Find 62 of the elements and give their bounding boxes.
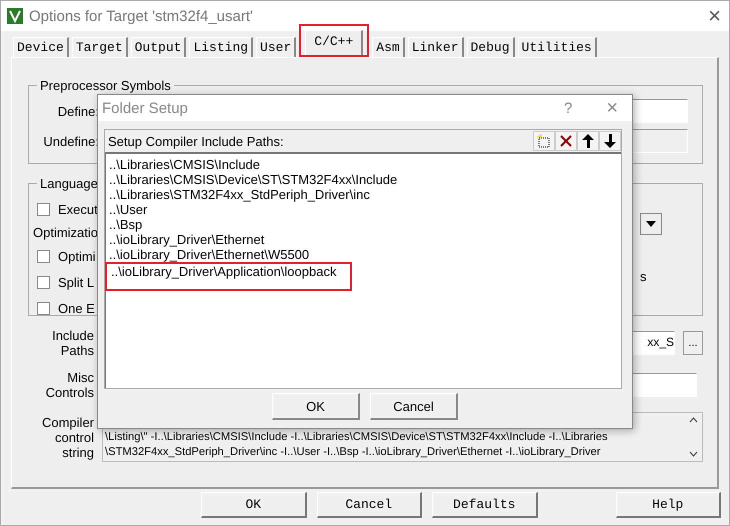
dialog-button[interactable]: OK: [201, 492, 306, 518]
list-title: Setup Compiler Include Paths:: [108, 134, 285, 148]
list-item[interactable]: ..\ioLibrary_Driver\Ethernet: [106, 232, 621, 247]
checkbox[interactable]: [37, 276, 50, 288]
list-item[interactable]: ..\Bsp: [106, 217, 621, 232]
dialog-button[interactable]: OK: [272, 393, 360, 420]
scroll-up-icon[interactable]: [688, 417, 698, 423]
dialog-button[interactable]: Cancel: [370, 393, 458, 420]
delete-button[interactable]: [555, 131, 577, 151]
field-label: Compiler control string: [40, 414, 94, 460]
section-label: Optimizatio: [33, 225, 98, 240]
field-label: Define:: [56, 104, 99, 118]
list-item[interactable]: ..\User: [106, 202, 621, 217]
field-label: Undefine:: [42, 134, 99, 148]
new-folder-button[interactable]: [533, 131, 555, 151]
move-down-button[interactable]: [599, 131, 621, 151]
arrow-up-icon: [582, 134, 594, 148]
list-item[interactable]: ..\ioLibrary_Driver\Ethernet\W5500: [106, 247, 621, 262]
browse-button[interactable]: ...: [683, 331, 703, 355]
tab[interactable]: Linker: [408, 37, 464, 57]
checkbox-label: Split L: [58, 274, 94, 290]
arrow-down-icon: [604, 134, 616, 148]
checkbox[interactable]: [37, 302, 50, 314]
field-label: Misc Controls: [44, 370, 94, 400]
checkbox-label: Optimi: [58, 248, 96, 264]
caret-icon: [646, 221, 656, 227]
dialog-button[interactable]: Cancel: [316, 492, 422, 518]
close-button[interactable]: ×: [606, 96, 618, 120]
checkbox[interactable]: [37, 202, 50, 216]
list-item[interactable]: ..\ioLibrary_Driver\Application\loopback: [108, 264, 350, 279]
list-item[interactable]: ..\Libraries\CMSIS\Device\ST\STM32F4xx\Include: [106, 172, 621, 187]
tab[interactable]: Output: [130, 37, 186, 57]
help-button[interactable]: ?: [564, 100, 572, 116]
list-item[interactable]: ..\Libraries\STM32F4xx_StdPeriph_Driver\inc: [106, 187, 621, 202]
close-button[interactable]: ×: [708, 3, 721, 29]
checkbox-label: One E: [58, 300, 95, 316]
tab[interactable]: Listing: [189, 37, 254, 57]
close-icon: [559, 134, 573, 148]
window-title: Options for Target 'stm32f4_usart': [29, 8, 254, 24]
dialog-button[interactable]: Help: [616, 492, 721, 518]
scroll-down-icon[interactable]: [688, 451, 698, 457]
tab[interactable]: Target: [72, 37, 128, 57]
group-title: Language: [39, 176, 99, 191]
move-up-button[interactable]: [577, 131, 599, 151]
app-icon: [7, 8, 23, 24]
checkbox[interactable]: [37, 250, 50, 262]
dropdown-button[interactable]: [640, 213, 662, 235]
dialog-title: Folder Setup: [102, 100, 189, 116]
dialog-button[interactable]: Defaults: [432, 492, 538, 518]
text-line: \STM32F4xx_StdPeriph_Driver\inc -I..\User -I..\Bsp -I..\ioLibrary_Driver\Ethernet -I..\ioLibrary_Driver: [105, 445, 602, 460]
checkbox-label: Execut: [58, 202, 98, 216]
tab[interactable]: Device: [13, 37, 69, 57]
field-label: Include Paths: [51, 328, 94, 358]
tab[interactable]: Debug: [466, 37, 515, 57]
tab[interactable]: Utilities: [518, 37, 597, 57]
tab[interactable]: C/C++: [305, 30, 364, 55]
option-label: s: [640, 269, 646, 284]
tab[interactable]: Asm: [372, 37, 405, 57]
tab[interactable]: User: [256, 37, 296, 57]
list-item[interactable]: ..\Libraries\CMSIS\Include: [106, 157, 621, 172]
group-title: Preprocessor Symbols: [39, 78, 172, 93]
text-line: \Listing\" -I..\Libraries\CMSIS\Include -I..\Libraries\CMSIS\Device\ST\STM32F4xx\Include -I..\Libraries: [105, 430, 609, 445]
